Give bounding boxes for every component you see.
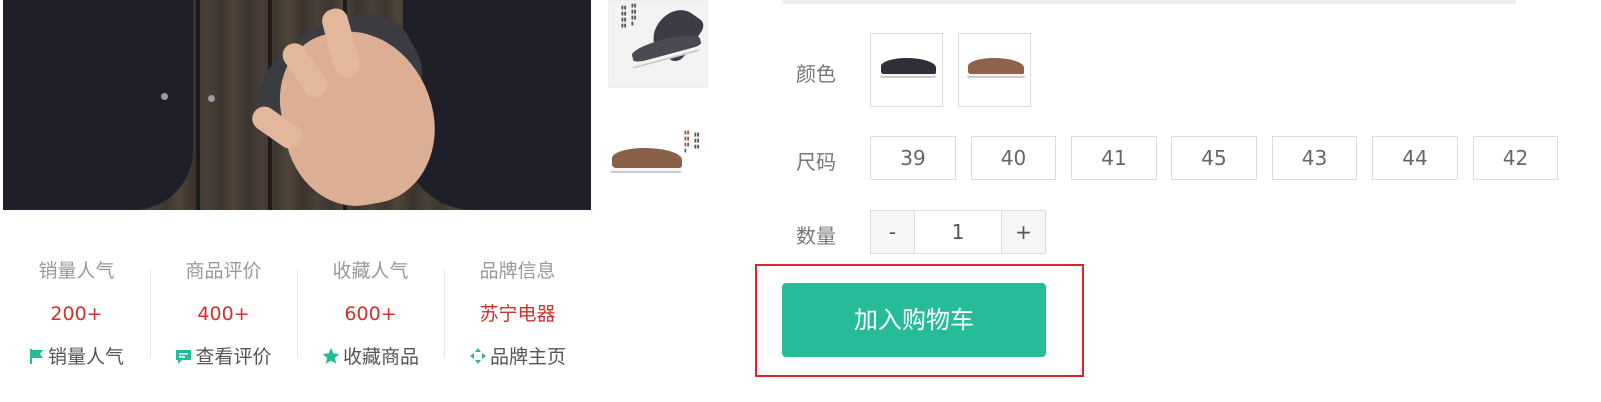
main-product-image	[3, 0, 591, 210]
mini-sole	[880, 74, 936, 78]
stat-label: 收藏人气	[332, 260, 409, 282]
sales-link-label: 销量人气	[47, 346, 124, 368]
rivet	[208, 95, 215, 102]
thumbnail-caption-art: ▮▮▮▮▮▮▮	[684, 130, 690, 154]
left-leg	[3, 0, 193, 210]
stat-brand: 品牌信息 苏宁电器 品牌主页	[444, 258, 591, 370]
size-option-42[interactable]: 42	[1473, 136, 1558, 180]
top-divider-bar	[782, 0, 1516, 4]
stat-label: 销量人气	[38, 260, 115, 282]
stat-favorites: 收藏人气 600+ 收藏商品	[297, 258, 444, 370]
thumbnail-brown-shoe[interactable]: ▮▮▮▮▮▮▮ ▮▮▮▮▮▮	[608, 116, 708, 204]
size-option-44[interactable]: 44	[1372, 136, 1458, 180]
stat-label: 品牌信息	[479, 260, 556, 282]
mini-sole	[967, 74, 1025, 78]
add-to-cart-button[interactable]: 加入购物车	[782, 283, 1046, 357]
color-option-black[interactable]	[870, 33, 943, 107]
thumbnail-caption-art: ▮▮▮▮▮▮	[694, 132, 700, 150]
thumbnail-caption-art: ▮▮▮▮▮▮▮	[631, 3, 637, 27]
stat-value: 400+	[197, 303, 250, 325]
quantity-input[interactable]: 1	[914, 211, 1002, 253]
size-option-41[interactable]: 41	[1071, 136, 1157, 180]
star-icon	[322, 348, 340, 364]
reviews-link-label: 查看评价	[195, 346, 272, 368]
quantity-increase-button[interactable]: +	[1002, 211, 1045, 253]
brand-link-label: 品牌主页	[489, 346, 566, 368]
favorite-link-label: 收藏商品	[342, 346, 419, 368]
sales-link[interactable]: 销量人气	[3, 344, 150, 370]
thumbnail-dark-shoe[interactable]: ▮▮▮▮▮▮▮▮ ▮▮▮▮▮▮▮	[608, 0, 708, 88]
mini-brown-shoe	[612, 148, 682, 170]
plank-gap	[196, 0, 200, 210]
stat-value: 600+	[344, 303, 397, 325]
size-label: 尺码	[796, 150, 836, 174]
size-option-45[interactable]: 45	[1171, 136, 1257, 180]
color-label: 颜色	[796, 62, 836, 86]
rivet	[161, 93, 168, 100]
thumbnail-caption-art: ▮▮▮▮▮▮▮▮	[621, 5, 627, 29]
stat-value: 200+	[50, 303, 103, 325]
quantity-stepper: - 1 +	[870, 210, 1046, 254]
favorite-link[interactable]: 收藏商品	[297, 344, 444, 370]
size-option-43[interactable]: 43	[1272, 136, 1357, 180]
quantity-label: 数量	[796, 224, 836, 248]
mini-sole	[610, 168, 682, 173]
brand-link[interactable]: 品牌主页	[444, 344, 591, 370]
size-option-39[interactable]: 39	[870, 136, 956, 180]
stat-sales: 销量人气 200+ 销量人气	[3, 258, 150, 370]
stat-reviews: 商品评价 400+ 查看评价	[150, 258, 297, 370]
comment-icon	[176, 350, 192, 364]
reviews-link[interactable]: 查看评价	[150, 344, 297, 370]
brand-icon	[469, 348, 486, 364]
stat-label: 商品评价	[185, 260, 262, 282]
size-option-40[interactable]: 40	[971, 136, 1056, 180]
flag-icon	[29, 349, 43, 364]
stat-value: 苏宁电器	[479, 303, 556, 325]
color-option-brown[interactable]	[958, 33, 1031, 107]
quantity-decrease-button[interactable]: -	[871, 211, 914, 253]
